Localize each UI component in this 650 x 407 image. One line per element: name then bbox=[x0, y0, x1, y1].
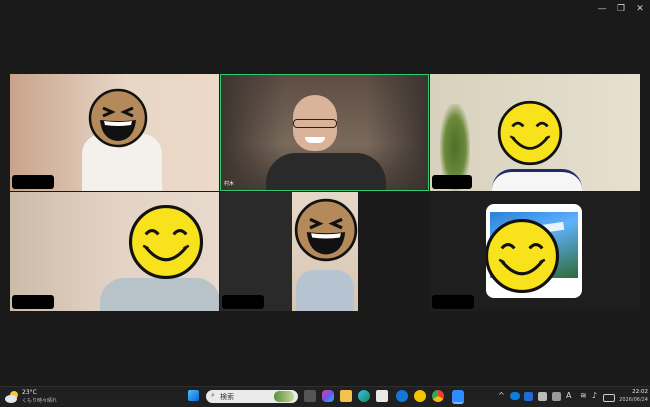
copilot-icon[interactable] bbox=[322, 390, 334, 402]
search-box[interactable]: ⌕ 検索 bbox=[206, 390, 298, 403]
chevron-up-icon[interactable]: ^ bbox=[498, 391, 505, 400]
name-tag-3 bbox=[432, 175, 472, 189]
minimize-button[interactable]: — bbox=[592, 2, 612, 16]
file-explorer-icon[interactable] bbox=[340, 390, 352, 402]
participant-tile-5[interactable] bbox=[220, 192, 292, 311]
name-tag-1 bbox=[12, 175, 54, 189]
smiley-emoji-icon bbox=[497, 100, 563, 166]
zoom-icon[interactable] bbox=[452, 390, 464, 404]
start-icon[interactable] bbox=[188, 390, 199, 401]
laughing-emoji-icon bbox=[294, 198, 358, 262]
hp-icon[interactable] bbox=[396, 390, 408, 402]
weather-desc: くもり時々晴れ bbox=[22, 398, 58, 404]
tray-onedrive-icon[interactable] bbox=[510, 392, 520, 400]
tray-security-icon[interactable] bbox=[538, 392, 547, 401]
participant-tile-6[interactable] bbox=[292, 192, 358, 311]
profile-picture bbox=[486, 204, 582, 298]
video-grid: 村木 bbox=[10, 74, 640, 311]
wifi-icon[interactable]: ≋ bbox=[580, 391, 587, 400]
edge-icon[interactable] bbox=[358, 390, 370, 402]
name-tag-5 bbox=[222, 295, 264, 309]
participant-tile-4[interactable] bbox=[10, 192, 219, 311]
tray-app-icon[interactable] bbox=[552, 392, 561, 401]
store-icon[interactable] bbox=[376, 390, 388, 402]
participant-tile-7[interactable] bbox=[430, 192, 640, 311]
close-button[interactable]: ✕ bbox=[630, 2, 650, 16]
restore-button[interactable]: ❐ bbox=[611, 2, 631, 16]
norton-icon[interactable] bbox=[414, 390, 426, 402]
weather-widget[interactable]: 23°C くもり時々晴れ bbox=[4, 388, 74, 406]
search-icon: ⌕ bbox=[211, 391, 215, 399]
name-label-2: 村木 bbox=[224, 181, 235, 187]
windows-taskbar: 23°C くもり時々晴れ ⌕ 検索 ^ A ≋ ♪ 22:02 2026/06/… bbox=[0, 386, 650, 407]
smiley-emoji-icon bbox=[486, 218, 560, 294]
clock-date: 2026/06/24 bbox=[619, 397, 648, 403]
task-view-icon[interactable] bbox=[304, 390, 316, 402]
name-tag-4 bbox=[12, 295, 54, 309]
clock[interactable]: 22:02 2026/06/24 bbox=[612, 388, 648, 406]
ime-indicator[interactable]: A bbox=[566, 391, 571, 400]
weather-cloud-icon bbox=[5, 391, 18, 403]
participant-tile-3[interactable] bbox=[430, 74, 640, 191]
name-tag-7 bbox=[432, 295, 474, 309]
glasses-icon bbox=[293, 119, 337, 128]
smiley-emoji-icon bbox=[128, 204, 204, 280]
window-title-bar: — ❐ ✕ bbox=[0, 0, 650, 18]
search-placeholder: 検索 bbox=[220, 393, 234, 401]
laughing-emoji-icon bbox=[88, 88, 148, 148]
participant-tile-2-active[interactable]: 村木 bbox=[220, 74, 429, 191]
volume-icon[interactable]: ♪ bbox=[592, 391, 597, 400]
clock-time: 22:02 bbox=[632, 389, 648, 395]
chrome-icon[interactable] bbox=[432, 390, 444, 402]
tray-dropbox-icon[interactable] bbox=[524, 392, 533, 401]
search-highlight-icon bbox=[274, 391, 294, 402]
weather-temp: 23°C bbox=[22, 389, 37, 396]
participant-tile-1[interactable] bbox=[10, 74, 219, 191]
